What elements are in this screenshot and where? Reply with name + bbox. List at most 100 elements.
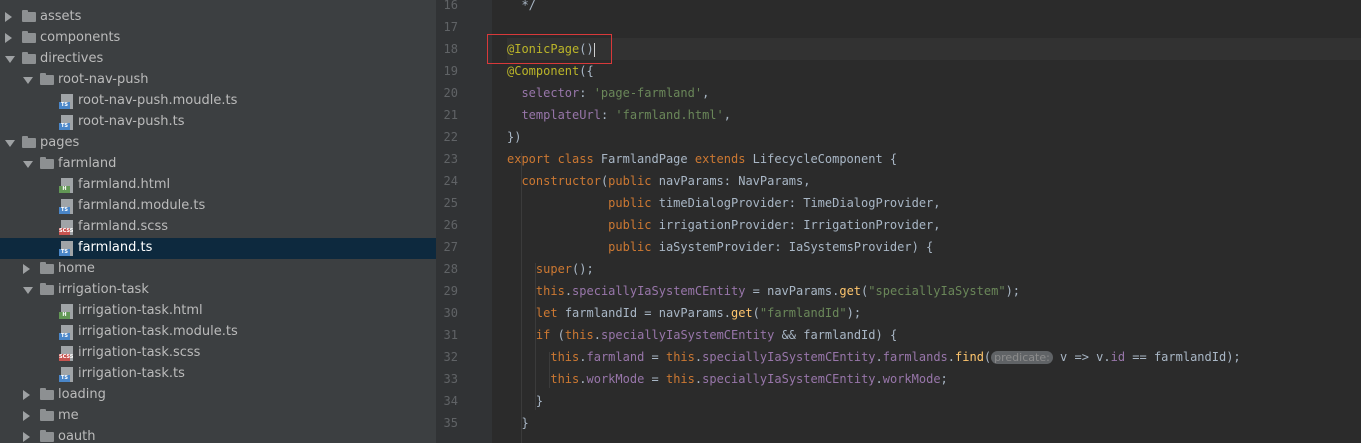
code-line[interactable]: templateUrl: 'farmland.html', xyxy=(507,104,731,126)
code-line[interactable]: }) xyxy=(507,126,521,148)
code-line[interactable]: selector: 'page-farmland', xyxy=(507,82,709,104)
code-line[interactable]: export class FarmlandPage extends Lifecy… xyxy=(507,148,897,170)
code-token: 'page-farmland' xyxy=(593,86,703,100)
code-line[interactable]: @IonicPage() xyxy=(507,38,1361,60)
code-line[interactable]: super(); xyxy=(507,258,594,280)
chevron-down-icon[interactable] xyxy=(5,140,15,147)
chevron-right-icon[interactable] xyxy=(23,411,30,421)
code-token: get xyxy=(839,284,862,298)
code-token: public xyxy=(608,174,659,188)
tree-file-root-nav-push.ts[interactable]: TS root-nav-push.ts xyxy=(0,112,436,133)
code-line[interactable]: this.speciallyIaSystemCEntity = navParam… xyxy=(507,280,1020,302)
code-line[interactable]: } xyxy=(507,390,543,412)
tree-item-label: root-nav-push xyxy=(58,72,149,87)
code-token: timeDialogProvider: TimeDialogProvider, xyxy=(658,196,941,210)
tree-folder-root-nav-push[interactable]: root-nav-push xyxy=(0,70,436,91)
chevron-right-icon[interactable] xyxy=(23,264,30,274)
chevron-down-icon[interactable] xyxy=(23,287,33,294)
tree-folder-pages[interactable]: pages xyxy=(0,133,436,154)
folder-icon xyxy=(40,409,54,421)
folder-icon xyxy=(40,430,54,442)
code-token: iaSystemProvider: IaSystemsProvider) { xyxy=(658,240,934,254)
code-line[interactable]: let farmlandId = navParams.get("farmland… xyxy=(507,302,861,324)
code-line[interactable]: constructor(public navParams: NavParams, xyxy=(507,170,810,192)
file-type-badge: TS xyxy=(59,333,70,340)
code-token: navParams: NavParams, xyxy=(658,174,811,188)
code-token: workMode xyxy=(882,372,941,386)
code-line[interactable]: */ xyxy=(507,0,535,16)
tree-file-farmland.ts[interactable]: TS farmland.ts xyxy=(0,238,436,259)
tree-folder-components[interactable]: components xyxy=(0,28,436,49)
code-token: public xyxy=(608,218,659,232)
tree-item-label: assets xyxy=(40,9,82,24)
tree-folder-loading[interactable]: loading xyxy=(0,385,436,406)
tree-item-label: farmland.module.ts xyxy=(78,198,206,213)
tree-folder-assets[interactable]: assets xyxy=(0,7,436,28)
code-line[interactable]: public iaSystemProvider: IaSystemsProvid… xyxy=(507,236,933,258)
tree-item-label: root-nav-push.moudle.ts xyxy=(78,93,238,108)
folder-icon xyxy=(22,31,36,43)
code-line[interactable]: this.farmland = this.speciallyIaSystemCE… xyxy=(507,346,1241,368)
code-editor[interactable]: */ @IonicPage() @Component({ selector: 'pa… xyxy=(492,0,1361,443)
line-number: 30 xyxy=(443,306,458,320)
chevron-down-icon[interactable] xyxy=(23,77,33,84)
code-token: "farmlandId" xyxy=(759,306,847,320)
code-token: id xyxy=(1110,350,1126,364)
code-token: . xyxy=(593,328,601,342)
tree-folder-oauth[interactable]: oauth xyxy=(0,427,436,443)
tree-folder-home[interactable]: home xyxy=(0,259,436,280)
scss-file-icon: SCSS xyxy=(59,220,74,235)
code-line[interactable]: } xyxy=(507,412,529,434)
file-type-badge: SCSS xyxy=(59,228,74,235)
tree-folder-directives[interactable]: directives xyxy=(0,49,436,70)
code-token: . xyxy=(579,350,587,364)
code-token: } xyxy=(507,416,529,430)
tree-file-root-nav-push.moudle.ts[interactable]: TS root-nav-push.moudle.ts xyxy=(0,91,436,112)
chevron-down-icon[interactable] xyxy=(5,56,15,63)
file-type-badge: SCSS xyxy=(59,354,74,361)
line-number: 35 xyxy=(443,416,458,430)
chevron-right-icon[interactable] xyxy=(5,33,12,43)
code-line[interactable]: this.workMode = this.speciallyIaSystemCE… xyxy=(507,368,947,390)
code-token: ( xyxy=(752,306,760,320)
code-token: = xyxy=(644,372,666,386)
chevron-right-icon[interactable] xyxy=(5,12,12,22)
code-token: selector xyxy=(521,86,580,100)
tree-folder-irrigation-task[interactable]: irrigation-task xyxy=(0,280,436,301)
code-line[interactable]: public irrigationProvider: IrrigationPro… xyxy=(507,214,940,236)
line-number: 18 xyxy=(443,42,458,56)
code-token: let xyxy=(535,306,565,320)
tree-file-irrigation-task.ts[interactable]: TS irrigation-task.ts xyxy=(0,364,436,385)
code-token: speciallyIaSystemCEntity xyxy=(572,284,746,298)
indent-guide xyxy=(535,263,536,410)
tree-item-label: farmland xyxy=(58,156,117,171)
tree-file-farmland.module.ts[interactable]: TS farmland.module.ts xyxy=(0,196,436,217)
tree-file-farmland.scss[interactable]: SCSS farmland.scss xyxy=(0,217,436,238)
tree-folder-farmland[interactable]: farmland xyxy=(0,154,436,175)
code-token: public xyxy=(608,196,659,210)
ts-file-icon: TS xyxy=(59,115,73,130)
line-number: 16 xyxy=(443,0,458,12)
annotation-highlight-box xyxy=(487,34,612,64)
code-token: }) xyxy=(507,130,522,144)
chevron-down-icon[interactable] xyxy=(23,161,33,168)
chevron-right-icon[interactable] xyxy=(23,432,30,442)
tree-file-irrigation-task.module.ts[interactable]: TS irrigation-task.module.ts xyxy=(0,322,436,343)
folder-icon xyxy=(40,283,54,295)
code-line[interactable]: public timeDialogProvider: TimeDialogPro… xyxy=(507,192,941,214)
line-number: 28 xyxy=(443,262,458,276)
tree-item-label: directives xyxy=(40,51,104,66)
indent-guide xyxy=(549,352,550,388)
tree-file-farmland.html[interactable]: Hfarmland.html xyxy=(0,175,436,196)
tree-item-label: loading xyxy=(58,387,106,402)
code-line[interactable]: if (this.speciallyIaSystemCEntity && far… xyxy=(507,324,897,346)
file-type-badge: TS xyxy=(59,207,70,214)
code-token: constructor xyxy=(521,174,601,188)
tree-file-irrigation-task.html[interactable]: Hirrigation-task.html xyxy=(0,301,436,322)
tree-file-irrigation-task.scss[interactable]: SCSS irrigation-task.scss xyxy=(0,343,436,364)
chevron-right-icon[interactable] xyxy=(23,390,30,400)
code-token: . xyxy=(579,372,587,386)
code-token: farmlandId = navParams. xyxy=(564,306,731,320)
tree-folder-me[interactable]: me xyxy=(0,406,436,427)
